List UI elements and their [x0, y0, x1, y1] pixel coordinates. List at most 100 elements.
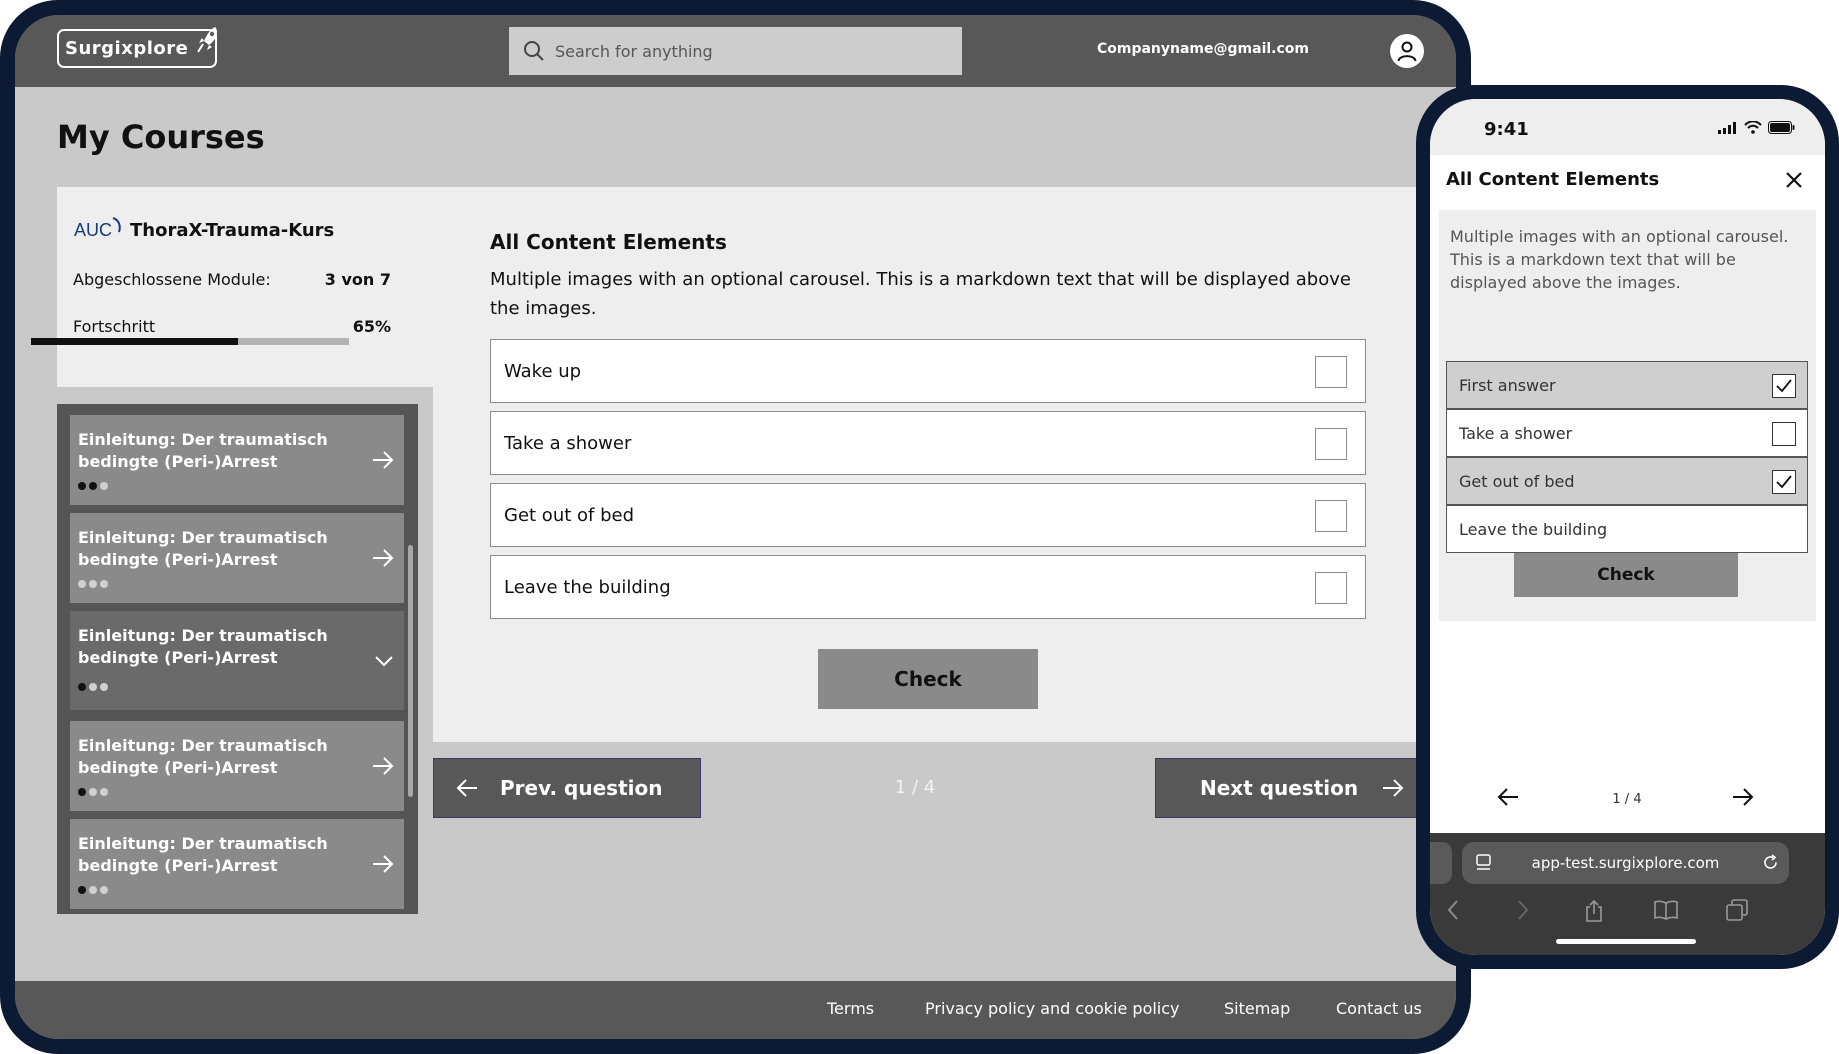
user-icon [1397, 41, 1417, 62]
arrow-left-icon [456, 779, 477, 797]
mobile-answer-option[interactable]: Take a shower [1446, 409, 1808, 457]
mobile-page-indicator: 1 / 4 [1612, 792, 1642, 807]
user-email: Companyname@gmail.com [1096, 41, 1309, 57]
completed-value: 3 von 7 [324, 270, 391, 289]
answer-option[interactable]: Take a shower [490, 411, 1366, 475]
search-icon [524, 41, 544, 61]
footer-link-terms[interactable]: Terms [827, 999, 874, 1018]
footer-link-contact[interactable]: Contact us [1336, 999, 1422, 1018]
progress-dot-filled [78, 482, 86, 490]
tabs-icon[interactable] [1726, 899, 1748, 921]
arrow-left-icon[interactable] [1497, 788, 1519, 806]
module-item[interactable]: Einleitung: Der traumatisch bedingte (Pe… [70, 513, 404, 603]
bookmarks-icon[interactable] [1654, 899, 1678, 921]
logo[interactable]: Surgixplore [57, 27, 217, 68]
module-title: Einleitung: Der traumatisch bedingte (Pe… [78, 834, 328, 875]
mobile-content-title: All Content Elements [1446, 169, 1660, 190]
tablet-screen: Surgixplore Search for anything Companyn… [15, 15, 1456, 1039]
status-time: 9:41 [1484, 119, 1529, 140]
module-item[interactable]: Einleitung: Der traumatisch bedingte (Pe… [70, 415, 404, 505]
answer-checkbox[interactable] [1772, 422, 1796, 446]
progress-row: Fortschritt 65% [73, 317, 391, 336]
answer-checkbox[interactable] [1315, 572, 1347, 604]
answer-checkbox-checked[interactable] [1772, 374, 1796, 398]
answer-checkbox[interactable] [1315, 500, 1347, 532]
mobile-check-button[interactable]: Check [1514, 553, 1738, 597]
arrow-right-icon[interactable] [1732, 788, 1754, 806]
check-button[interactable]: Check [818, 649, 1038, 709]
home-indicator [1556, 939, 1696, 944]
answer-label: Take a shower [504, 432, 632, 454]
answer-label: Leave the building [504, 576, 671, 598]
previous-tab-pill[interactable] [1430, 842, 1452, 884]
module-item[interactable]: Einleitung: Der traumatisch bedingte (Pe… [70, 721, 404, 811]
browser-toolbar: app-test.surgixplore.com [1430, 833, 1825, 955]
footer-link-privacy[interactable]: Privacy policy and cookie policy [925, 999, 1180, 1018]
arrow-right-icon [373, 451, 394, 469]
progress-dot [100, 683, 108, 691]
answer-checkbox[interactable] [1315, 428, 1347, 460]
progress-dot [89, 683, 97, 691]
progress-dot [100, 886, 108, 894]
progress-dot [89, 788, 97, 796]
avatar[interactable] [1390, 34, 1424, 68]
answer-option[interactable]: Get out of bed [490, 483, 1366, 547]
answer-option[interactable]: Wake up [490, 339, 1366, 403]
logo-text: Surgixplore [65, 38, 189, 59]
prev-question-button[interactable]: Prev. question [433, 758, 701, 818]
mobile-answer-option[interactable]: First answer [1446, 361, 1808, 409]
address-bar[interactable]: app-test.surgixplore.com [1462, 842, 1789, 884]
content-title: All Content Elements [490, 230, 727, 254]
browser-back-icon[interactable] [1446, 899, 1460, 921]
progress-dot [100, 482, 108, 490]
progress-dot-filled [78, 886, 86, 894]
footer: Terms Privacy policy and cookie policy S… [15, 981, 1456, 1039]
module-title: Einleitung: Der traumatisch bedingte (Pe… [78, 736, 328, 777]
module-progress-dots [78, 683, 108, 691]
footer-link-sitemap[interactable]: Sitemap [1224, 999, 1290, 1018]
arrow-right-icon [373, 855, 394, 873]
close-icon[interactable] [1785, 171, 1803, 189]
reload-icon[interactable] [1762, 854, 1779, 871]
prev-question-label: Prev. question [500, 776, 663, 800]
mobile-answer-option[interactable]: Leave the building [1446, 505, 1808, 553]
progress-dot [100, 788, 108, 796]
signal-icon [1718, 121, 1736, 134]
module-item[interactable]: Einleitung: Der traumatisch bedingte (Pe… [70, 819, 404, 909]
answer-checkbox[interactable] [1315, 356, 1347, 388]
top-bar: Surgixplore Search for anything Companyn… [15, 15, 1456, 87]
module-title: Einleitung: Der traumatisch bedingte (Pe… [78, 430, 328, 471]
page-indicator: 1 / 4 [894, 777, 936, 798]
mobile-content-description: Multiple images with an optional carouse… [1450, 227, 1789, 292]
status-icons [1718, 121, 1795, 134]
module-list: Einleitung: Der traumatisch bedingte (Pe… [57, 404, 418, 914]
checkmark-icon [1776, 475, 1792, 489]
progress-dot-filled [78, 683, 86, 691]
mobile-answer-option[interactable]: Get out of bed [1446, 457, 1808, 505]
share-icon[interactable] [1584, 899, 1604, 923]
module-list-scrollbar[interactable] [408, 545, 413, 797]
content-description: Multiple images with an optional carouse… [490, 269, 1351, 319]
phone-screen: 9:41 All Content Elements Multiple image… [1430, 99, 1825, 955]
answer-option[interactable]: Leave the building [490, 555, 1366, 619]
url-text: app-test.surgixplore.com [1531, 854, 1720, 872]
module-item-active[interactable]: Einleitung: Der traumatisch bedingte (Pe… [70, 611, 404, 710]
phone-frame: 9:41 All Content Elements Multiple image… [1416, 85, 1839, 969]
module-progress-dots [78, 788, 108, 796]
answer-label: Get out of bed [1459, 471, 1575, 491]
search-input[interactable]: Search for anything [555, 42, 713, 61]
progress-dot [89, 886, 97, 894]
answer-label: Leave the building [1459, 519, 1608, 539]
progress-bar [31, 338, 349, 345]
search-bar[interactable]: Search for anything [509, 27, 962, 75]
next-question-button[interactable]: Next question [1155, 758, 1456, 818]
next-question-label: Next question [1200, 776, 1359, 800]
answer-label: First answer [1459, 375, 1556, 395]
progress-label: Fortschritt [73, 317, 156, 336]
module-progress-dots [78, 580, 108, 588]
battery-icon [1768, 121, 1795, 134]
browser-forward-icon[interactable] [1516, 899, 1530, 921]
answer-checkbox-checked[interactable] [1772, 470, 1796, 494]
module-title: Einleitung: Der traumatisch bedingte (Pe… [78, 626, 328, 667]
wifi-icon [1744, 121, 1762, 134]
